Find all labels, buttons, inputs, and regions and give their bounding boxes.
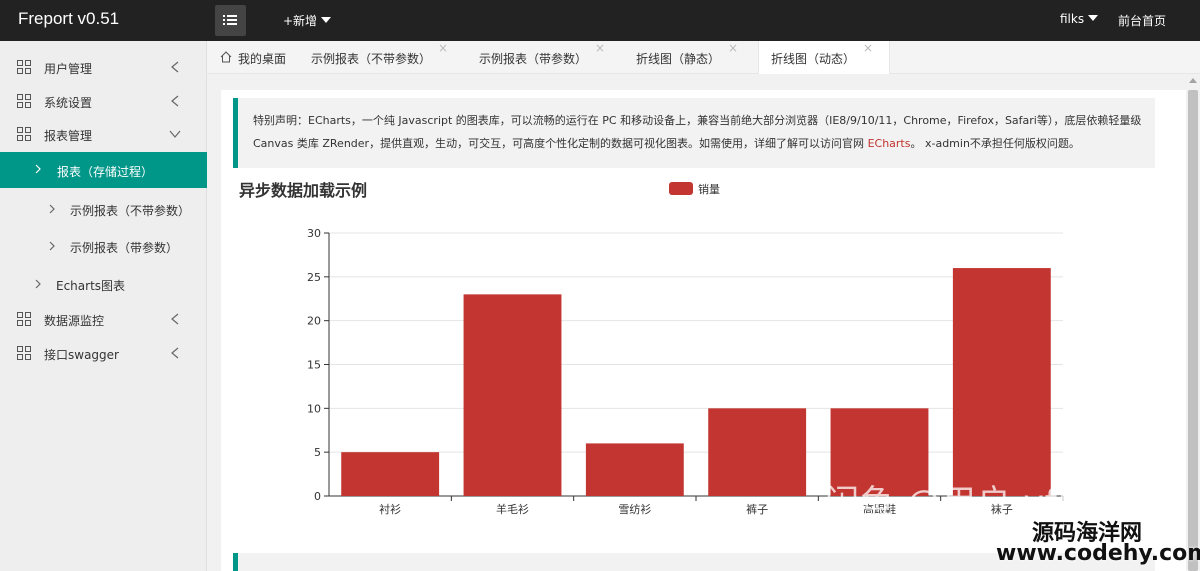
sidebar-item-label: 接口swagger [44,348,119,362]
grid-icon [17,312,31,326]
y-tick-label: 25 [307,271,321,284]
x-tick-label: 羊毛衫 [496,502,529,516]
sidebar-item-report-stored-procedure[interactable]: 报表（存储过程） [0,152,207,188]
tab-my-desktop[interactable]: 我的桌面 [220,41,310,74]
sidebar-item-echarts[interactable]: Echarts图表 [0,267,207,301]
notice-block: 特别声明：ECharts，一个纯 Javascript 的图表库，可以流畅的运行… [233,98,1155,168]
bar[interactable] [341,452,440,496]
tab-label: 折线图（静态） [636,52,721,66]
sidebar-item-user-management[interactable]: 用户管理 [0,50,207,84]
sidebar-item-report-management[interactable]: 报表管理 [0,117,207,151]
sidebar-item-datasource-monitor[interactable]: 数据源监控 [0,302,207,336]
sidebar-item-label: 数据源监控 [44,314,105,328]
x-tick-label: 雪纺衫 [618,502,651,516]
chevron-left-icon [171,347,179,359]
tab-bar: 我的桌面 示例报表（不带参数） × 示例报表（带参数） × 折线图（静态） × … [207,41,1200,74]
chevron-right-icon [35,279,41,289]
sidebar-item-label: 系统设置 [44,96,93,110]
y-tick-label: 30 [307,227,321,240]
notice-line-1: 特别声明：ECharts，一个纯 Javascript 的图表库，可以流畅的运行… [253,114,1142,127]
sidebar-item-label: 示例报表（不带参数） [70,204,191,218]
grid-icon [17,127,31,141]
chart-legend[interactable]: 销量 [669,181,720,197]
tab-sample-report-no-params[interactable]: 示例报表（不带参数） × [311,41,451,74]
chevron-left-icon [171,313,179,325]
sidebar-item-label: Echarts图表 [56,279,126,293]
close-icon[interactable]: × [863,41,873,55]
sidebar-item-label: 用户管理 [44,62,93,76]
bar[interactable] [952,268,1051,496]
user-menu[interactable]: filks [1060,12,1099,26]
grid-icon [17,346,31,360]
bar[interactable] [708,408,807,496]
x-tick-label: 裤子 [746,502,768,516]
sidebar-item-system-settings[interactable]: 系统设置 [0,84,207,118]
app-logo[interactable]: Freport v0.51 [18,9,119,29]
tab-line-chart-dynamic[interactable]: 折线图（动态） × [758,41,890,74]
add-new-label: +新增 [283,14,318,28]
bar-chart: 051015202530衬衫 羊毛衫 雪纺衫 裤子 高跟鞋 袜子 [307,227,1064,516]
notice-text: Canvas 类库 ZRender，提供直观，生动，可交互，可高度个性化定制的数… [253,137,868,150]
legend-label: 销量 [698,183,720,196]
top-bar: Freport v0.51 +新增 filks 前台首页 [0,0,1200,41]
y-tick-label: 20 [307,315,321,328]
tab-label: 我的桌面 [238,52,287,66]
bar[interactable] [585,443,684,496]
caret-down-icon [1088,15,1099,21]
chevron-left-icon [171,61,179,73]
bar[interactable] [463,294,562,496]
caret-down-icon [321,17,332,23]
chevron-right-icon [49,241,55,251]
chevron-down-icon [169,130,181,138]
notice-text-end: 。 x-admin不承担任何版权问题。 [910,137,1080,150]
chevron-right-icon [35,164,41,174]
front-page-link[interactable]: 前台首页 [1118,12,1166,29]
scroll-up-arrow-icon[interactable] [1189,78,1197,83]
sidebar: 用户管理 系统设置 报表管理 报表（存储过程） 示例报表（不带参数） 示例报表（… [0,41,207,571]
home-icon [220,51,232,63]
tab-sample-report-with-params[interactable]: 示例报表（带参数） × [479,41,609,74]
sidebar-item-sample-report-no-params[interactable]: 示例报表（不带参数） [0,192,207,226]
menu-toggle-button[interactable] [215,5,246,36]
sidebar-item-label: 示例报表（带参数） [70,241,179,255]
sidebar-item-swagger[interactable]: 接口swagger [0,336,207,370]
tab-line-chart-static[interactable]: 折线图（静态） × [636,41,746,74]
legend-swatch [669,182,693,195]
notice-line-2: Canvas 类库 ZRender，提供直观，生动，可交互，可高度个性化定制的数… [253,132,1155,155]
sidebar-item-sample-report-with-params[interactable]: 示例报表（带参数） [0,229,207,263]
scrollbar-thumb[interactable] [1188,90,1198,571]
y-tick-label: 15 [307,359,321,372]
y-tick-label: 10 [307,402,321,415]
x-tick-label: 衬衫 [379,503,401,516]
tab-label: 示例报表（带参数） [479,52,588,66]
tab-label: 折线图（动态） [771,52,856,66]
chart-title: 异步数据加载示例 [239,181,368,200]
echarts-link[interactable]: ECharts [868,137,911,150]
list-icon [223,15,237,25]
site-watermark-url: www.codehy.com [996,541,1200,566]
grid-icon [17,60,31,74]
close-icon[interactable]: × [595,41,605,55]
sidebar-item-label: 报表管理 [44,129,93,143]
y-tick-label: 0 [314,490,321,503]
tab-label: 示例报表（不带参数） [311,52,432,66]
user-name: filks [1060,12,1085,26]
add-new-menu[interactable]: +新增 [283,12,332,29]
chevron-right-icon [49,204,55,214]
close-icon[interactable]: × [438,41,448,55]
grid-icon [17,94,31,108]
y-tick-label: 5 [314,446,321,459]
sidebar-item-label: 报表（存储过程） [57,165,154,179]
chevron-left-icon [171,95,179,107]
close-icon[interactable]: × [728,41,738,55]
